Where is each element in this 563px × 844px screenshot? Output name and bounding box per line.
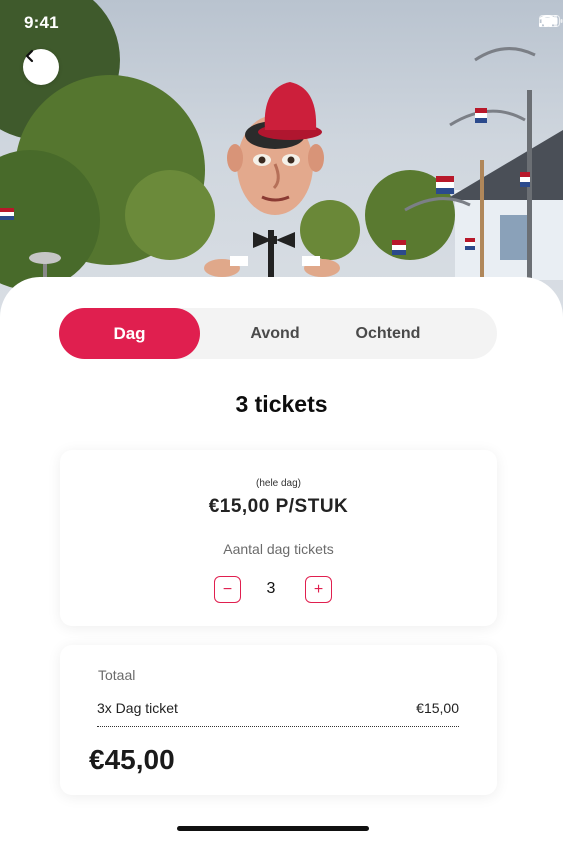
tab-ochtend[interactable]: Ochtend <box>343 308 433 359</box>
total-card: Totaal 3x Dag ticket €15,00 €45,00 <box>60 645 497 795</box>
status-time: 9:41 <box>24 13 59 32</box>
home-indicator <box>177 826 369 831</box>
price-per-ticket: €15,00 P/STUK <box>208 496 349 517</box>
status-bar: 9:41 <box>0 0 563 46</box>
total-line-name: 3x Dag ticket <box>97 700 178 716</box>
chevron-left-icon <box>25 49 34 63</box>
battery-icon <box>539 15 563 27</box>
hero-image: 9:41 <box>0 0 563 320</box>
total-line-price: €15,00 <box>416 700 459 716</box>
price-card: (hele dag) €15,00 P/STUK Aantal dag tick… <box>60 450 497 626</box>
price-subtitle: (hele dag) <box>255 478 302 489</box>
decrease-quantity-button[interactable]: − <box>214 576 241 603</box>
back-button[interactable] <box>23 49 59 85</box>
ticket-sheet: Dag Avond Ochtend 3 tickets (hele dag) €… <box>0 277 563 844</box>
increase-quantity-button[interactable]: + <box>305 576 332 603</box>
tab-dag[interactable]: Dag <box>59 308 200 359</box>
total-label: Totaal <box>98 667 136 683</box>
quantity-value: 3 <box>266 580 276 597</box>
ticket-type-tabs: Dag Avond Ochtend <box>59 308 497 359</box>
page-title: 3 tickets <box>235 391 328 417</box>
total-amount: €45,00 <box>89 744 175 775</box>
parade-figure-illustration <box>0 0 563 302</box>
total-divider <box>97 726 459 727</box>
tab-avond[interactable]: Avond <box>235 308 315 359</box>
quantity-label: Aantal dag tickets <box>223 541 334 557</box>
